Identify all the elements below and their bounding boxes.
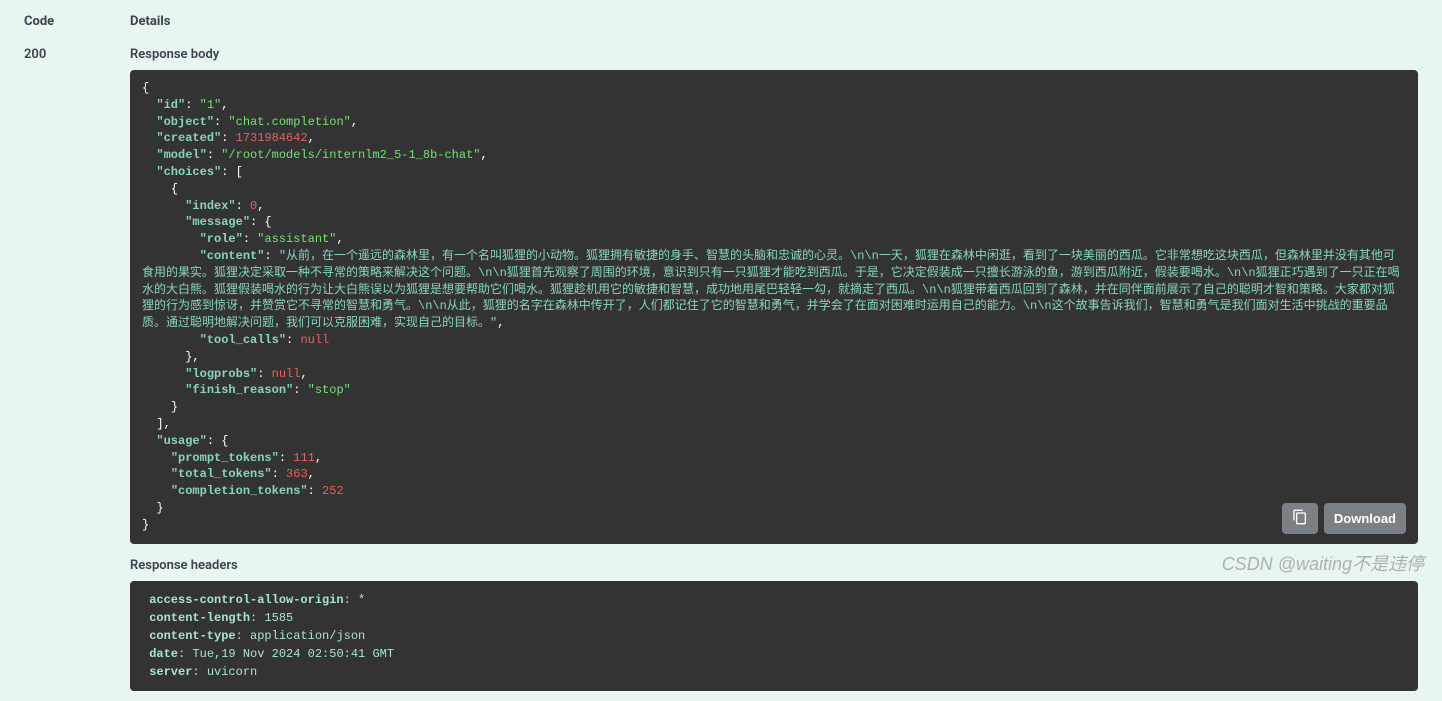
json-val-created: 1731984642 — [236, 131, 308, 145]
json-key-choices: "choices" — [156, 165, 221, 179]
json-key-logprobs: "logprobs" — [185, 367, 257, 381]
copy-button[interactable] — [1282, 503, 1318, 534]
details-column-header: Details — [130, 10, 1418, 47]
json-key-completion-tokens: "completion_tokens" — [171, 484, 308, 498]
clipboard-icon — [1292, 509, 1308, 528]
header-line: content-length: 1585 — [142, 609, 1406, 627]
json-val-completion-tokens: 252 — [322, 484, 344, 498]
response-headers-label: Response headers — [130, 558, 1418, 573]
json-val-finish-reason: "stop" — [308, 383, 351, 397]
json-key-finish-reason: "finish_reason" — [185, 383, 293, 397]
json-val-tool-calls: null — [300, 333, 329, 347]
header-line: access-control-allow-origin: * — [142, 591, 1406, 609]
json-val-object: "chat.completion" — [228, 115, 350, 129]
download-label: Download — [1334, 511, 1396, 526]
code-column-header: Code — [24, 10, 130, 47]
json-key-index: "index" — [185, 199, 235, 213]
json-val-role: "assistant" — [257, 232, 336, 246]
header-line: server: uvicorn — [142, 663, 1406, 681]
response-headers-block: access-control-allow-origin: * content-l… — [130, 581, 1418, 691]
header-line: content-type: application/json — [142, 627, 1406, 645]
response-body-label: Response body — [130, 47, 1418, 62]
json-val-id: "1" — [200, 98, 222, 112]
json-key-total-tokens: "total_tokens" — [171, 467, 272, 481]
json-val-logprobs: null — [272, 367, 301, 381]
http-status-code: 200 — [24, 47, 130, 62]
json-key-id: "id" — [156, 98, 185, 112]
json-key-role: "role" — [200, 232, 243, 246]
json-key-message: "message" — [185, 215, 250, 229]
json-key-content: "content" — [200, 249, 265, 263]
json-val-prompt-tokens: 111 — [293, 451, 315, 465]
header-line: date: Tue,19 Nov 2024 02:50:41 GMT — [142, 645, 1406, 663]
json-val-content: "从前，在一个遥远的森林里，有一个名叫狐狸的小动物。狐狸拥有敏捷的身手、智慧的头… — [142, 249, 1400, 330]
json-key-model: "model" — [156, 148, 206, 162]
json-val-model: "/root/models/internlm2_5-1_8b-chat" — [221, 148, 480, 162]
json-key-usage: "usage" — [156, 434, 206, 448]
json-key-tool-calls: "tool_calls" — [200, 333, 286, 347]
download-button[interactable]: Download — [1324, 503, 1406, 534]
json-key-created: "created" — [156, 131, 221, 145]
json-key-prompt-tokens: "prompt_tokens" — [171, 451, 279, 465]
json-key-object: "object" — [156, 115, 214, 129]
response-body-block: { "id": "1", "object": "chat.completion"… — [130, 70, 1418, 544]
json-val-total-tokens: 363 — [286, 467, 308, 481]
